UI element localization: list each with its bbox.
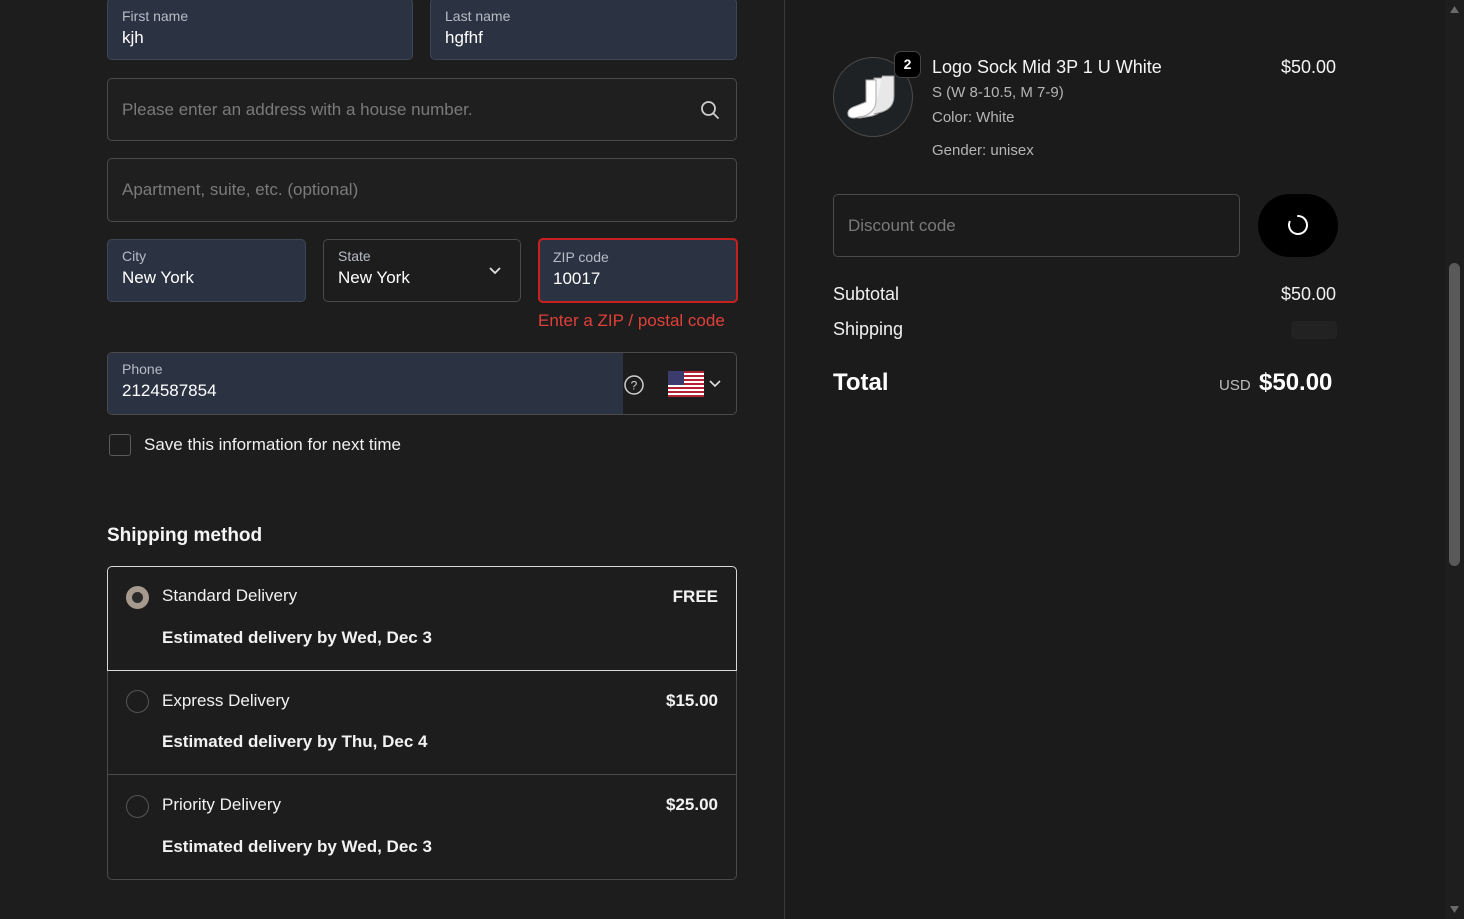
country-selector[interactable] xyxy=(668,370,732,398)
city-label: City xyxy=(122,248,147,264)
shipping-option-price: $15.00 xyxy=(666,691,718,710)
svg-text:?: ? xyxy=(631,379,638,393)
shipping-radio-standard[interactable] xyxy=(126,586,149,609)
first-name-field[interactable]: First name kjh xyxy=(107,0,413,60)
save-info-label: Save this information for next time xyxy=(144,435,402,454)
first-name-value: kjh xyxy=(122,28,144,47)
address-placeholder: Please enter an address with a house num… xyxy=(122,99,473,119)
zip-label: ZIP code xyxy=(553,249,609,265)
last-name-value: hgfhf xyxy=(445,28,483,47)
shipping-option-priority[interactable]: Priority Delivery $25.00 Estimated deliv… xyxy=(107,774,737,880)
zip-error-message: Enter a ZIP / postal code xyxy=(538,311,725,330)
product-color: Color: White xyxy=(932,109,1015,126)
phone-input[interactable]: Phone 2124587854 xyxy=(108,353,623,414)
scroll-down-arrow-icon[interactable] xyxy=(1449,905,1460,914)
first-name-label: First name xyxy=(122,8,189,24)
shipping-radio-priority[interactable] xyxy=(126,795,149,818)
apartment-field[interactable]: Apartment, suite, etc. (optional) xyxy=(107,158,737,222)
page-scrollbar[interactable] xyxy=(1445,0,1464,919)
us-flag-icon xyxy=(668,371,704,397)
save-info-checkbox[interactable] xyxy=(109,434,131,456)
shipping-radio-express[interactable] xyxy=(126,690,149,713)
discount-code-placeholder: Discount code xyxy=(848,215,956,235)
shipping-option-estimate: Estimated delivery by Thu, Dec 4 xyxy=(162,732,428,751)
quantity-badge: 2 xyxy=(894,51,921,78)
scrollbar-thumb[interactable] xyxy=(1449,263,1460,566)
state-label: State xyxy=(338,248,371,264)
city-field[interactable]: City New York xyxy=(107,239,306,302)
total-value: $50.00 xyxy=(1259,369,1333,396)
apply-discount-button[interactable] xyxy=(1258,194,1338,257)
currency-code: USD xyxy=(1219,377,1251,394)
product-name: Logo Sock Mid 3P 1 U White xyxy=(932,57,1162,77)
shipping-option-price: FREE xyxy=(672,587,718,606)
shipping-option-standard[interactable]: Standard Delivery FREE Estimated deliver… xyxy=(107,566,737,671)
shipping-option-name: Standard Delivery xyxy=(162,586,298,605)
shipping-option-name: Priority Delivery xyxy=(162,795,282,814)
phone-label: Phone xyxy=(122,361,163,377)
phone-field-group: Phone 2124587854 ? xyxy=(107,352,737,415)
scroll-up-arrow-icon[interactable] xyxy=(1449,5,1460,14)
loading-spinner-icon xyxy=(1288,215,1309,235)
shipping-option-estimate: Estimated delivery by Wed, Dec 3 xyxy=(162,628,432,647)
chevron-down-icon xyxy=(489,267,501,275)
last-name-field[interactable]: Last name hgfhf xyxy=(430,0,737,60)
subtotal-value: $50.00 xyxy=(1281,284,1337,304)
subtotal-label: Subtotal xyxy=(833,284,900,304)
shipping-value-loading-placeholder xyxy=(1291,321,1337,339)
shipping-option-estimate: Estimated delivery by Wed, Dec 3 xyxy=(162,837,432,856)
checkout-form-panel: First name kjh Last name hgfhf Please en… xyxy=(0,0,784,919)
zip-value: 10017 xyxy=(553,269,601,288)
product-size: S (W 8-10.5, M 7-9) xyxy=(932,84,1064,101)
last-name-label: Last name xyxy=(445,8,511,24)
shipping-option-express[interactable]: Express Delivery $15.00 Estimated delive… xyxy=(107,671,737,775)
shipping-label: Shipping xyxy=(833,319,904,339)
shipping-method-title: Shipping method xyxy=(107,525,263,546)
phone-value: 2124587854 xyxy=(122,381,217,400)
search-icon[interactable] xyxy=(699,99,721,121)
city-value: New York xyxy=(122,268,194,287)
apartment-placeholder: Apartment, suite, etc. (optional) xyxy=(122,180,359,199)
state-value: New York xyxy=(338,268,410,287)
help-icon[interactable]: ? xyxy=(623,374,645,396)
order-summary-panel: 2 Logo Sock Mid 3P 1 U White $50.00 S (W… xyxy=(785,0,1445,919)
discount-code-input[interactable]: Discount code xyxy=(833,194,1240,257)
shipping-option-price: $25.00 xyxy=(666,795,718,814)
product-price: $50.00 xyxy=(1281,57,1337,77)
total-label: Total xyxy=(833,369,889,396)
sock-icon xyxy=(847,75,895,119)
zip-field[interactable]: ZIP code 10017 xyxy=(538,238,738,303)
address-field[interactable]: Please enter an address with a house num… xyxy=(107,78,737,141)
chevron-down-icon xyxy=(709,380,721,388)
shipping-option-name: Express Delivery xyxy=(162,691,290,710)
product-gender: Gender: unisex xyxy=(932,142,1034,159)
state-select[interactable]: State New York xyxy=(323,239,521,302)
